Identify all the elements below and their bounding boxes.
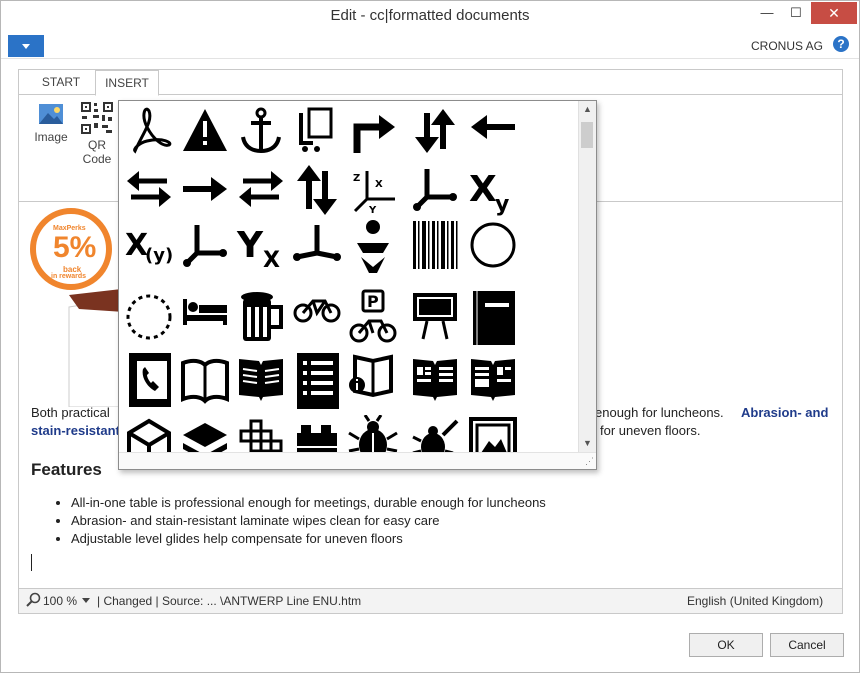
tab-insert[interactable]: INSERT xyxy=(95,70,159,96)
book-pages-icon[interactable] xyxy=(409,351,461,409)
qr-label: QR xyxy=(88,138,106,152)
bed-icon[interactable] xyxy=(179,289,231,347)
qr-code-icon xyxy=(81,102,113,134)
book-text-icon[interactable] xyxy=(235,351,287,409)
image-label: Image xyxy=(34,130,68,144)
svg-text:X: X xyxy=(263,248,280,273)
app-menu-button[interactable] xyxy=(8,35,44,57)
zoom-dropdown-icon[interactable] xyxy=(82,598,90,603)
list-item: Adjustable level glides help compensate … xyxy=(71,530,546,548)
arrow-right-icon[interactable] xyxy=(179,161,231,219)
close-button[interactable]: ✕ xyxy=(811,2,857,24)
ribbon-tabs: START INSERT xyxy=(19,70,842,96)
arrow-left-icon[interactable] xyxy=(467,103,519,161)
svg-text:X: X xyxy=(469,169,497,210)
insert-image-button[interactable]: Image xyxy=(27,101,75,144)
app-bar: CRONUS AG ? xyxy=(1,32,859,59)
icon-picker-popup: X Z Y Xy X (y) Y X P ▲ ▼ ⋰ xyxy=(118,100,597,470)
scrollbar[interactable]: ▲ ▼ xyxy=(578,101,596,453)
x-sub-y-icon[interactable]: Xy xyxy=(467,161,519,219)
paragraph-blue-a: Abrasion- and xyxy=(741,405,829,420)
cancel-button[interactable]: Cancel xyxy=(770,633,844,657)
insert-qr-code-button[interactable]: QR Code xyxy=(73,101,121,166)
svg-text:y: y xyxy=(495,192,509,217)
3d-axes-icon[interactable]: X Z Y xyxy=(347,161,399,219)
logo-line2: in rewards xyxy=(51,273,87,280)
paragraph-end-2: for uneven floors. xyxy=(600,423,701,438)
billboard-icon[interactable] xyxy=(409,289,461,347)
axis-up-icon[interactable] xyxy=(291,217,343,275)
features-list: All-in-one table is professional enough … xyxy=(51,494,546,548)
anchor-icon[interactable] xyxy=(235,103,287,161)
svg-text:Y: Y xyxy=(368,205,377,216)
zoom-icon[interactable] xyxy=(25,592,41,611)
company-name: CRONUS AG xyxy=(750,39,823,53)
paragraph-blue-b: stain-resistant xyxy=(31,423,120,438)
ok-button[interactable]: OK xyxy=(689,633,763,657)
chevron-down-icon xyxy=(22,44,30,49)
axis-icon[interactable] xyxy=(409,161,461,219)
svg-text:Y: Y xyxy=(236,225,264,266)
list-item: Abrasion- and stain-resistant laminate w… xyxy=(71,512,546,530)
edit-window: Edit - cc|formatted documents — ☐ ✕ CRON… xyxy=(0,0,860,673)
scroll-up-icon[interactable]: ▲ xyxy=(583,104,592,114)
zoom-level[interactable]: 100 % xyxy=(43,594,77,608)
maximize-button[interactable]: ☐ xyxy=(782,2,810,24)
axis-branch-icon[interactable] xyxy=(179,217,231,275)
paragraph-start: Both practical xyxy=(31,405,110,420)
code-label: Code xyxy=(82,152,112,166)
status-bar: 100 % | Changed | Source: ... \ANTWERP L… xyxy=(19,588,842,613)
svg-text:Z: Z xyxy=(353,173,360,184)
bicycle-icon[interactable] xyxy=(291,289,343,347)
changed-status: | Changed | xyxy=(97,594,159,608)
list-item: All-in-one table is professional enough … xyxy=(71,494,546,512)
binder-icon[interactable] xyxy=(467,289,519,347)
svg-text:X: X xyxy=(375,179,383,190)
arrows-left-right-icon[interactable] xyxy=(123,161,175,219)
image-icon xyxy=(39,104,63,124)
y-sub-x-icon[interactable]: YX xyxy=(235,217,287,275)
bicycle-parking-icon[interactable]: P xyxy=(347,289,399,347)
circle-icon[interactable] xyxy=(467,217,519,275)
source-path: Source: ... \ANTWERP Line ENU.htm xyxy=(162,594,362,608)
dashed-circle-icon[interactable] xyxy=(123,289,175,347)
popup-footer: ⋰ xyxy=(119,452,596,469)
scroll-down-icon[interactable]: ▼ xyxy=(583,438,592,448)
scroll-thumb[interactable] xyxy=(581,122,593,148)
features-heading: Features xyxy=(31,460,102,479)
up-down-swap-icon[interactable] xyxy=(291,161,343,219)
text-cursor xyxy=(31,554,32,571)
minimize-button[interactable]: — xyxy=(753,2,781,24)
turn-right-arrow-icon[interactable] xyxy=(347,103,399,161)
x-of-y-icon[interactable]: X (y) xyxy=(123,217,175,275)
phone-book-icon[interactable] xyxy=(123,351,175,409)
open-book-icon[interactable] xyxy=(179,351,231,409)
attach-document-icon[interactable] xyxy=(291,103,343,161)
swap-arrows-icon[interactable] xyxy=(235,161,287,219)
resize-grip-icon[interactable]: ⋰ xyxy=(585,456,594,467)
acrobat-icon[interactable] xyxy=(123,103,175,161)
title-bar: Edit - cc|formatted documents — ☐ ✕ xyxy=(1,1,859,32)
baby-change-icon[interactable] xyxy=(347,217,399,275)
paragraph-end: enough for luncheons. xyxy=(595,405,724,420)
newspaper-icon[interactable] xyxy=(467,351,519,409)
tab-start[interactable]: START xyxy=(31,70,91,94)
up-down-arrows-icon[interactable] xyxy=(409,103,461,161)
language-status: English (United Kingdom) xyxy=(687,594,824,608)
list-document-icon[interactable] xyxy=(291,351,343,409)
book-info-icon[interactable] xyxy=(347,351,399,409)
beer-icon[interactable] xyxy=(235,289,287,347)
help-icon[interactable]: ? xyxy=(833,36,849,52)
barcode-icon[interactable] xyxy=(409,217,461,275)
window-title: Edit - cc|formatted documents xyxy=(330,7,530,24)
svg-text:(y): (y) xyxy=(145,245,173,266)
warning-icon[interactable] xyxy=(179,103,231,161)
svg-text:P: P xyxy=(367,292,379,311)
logo-percent: 5% xyxy=(53,231,97,264)
